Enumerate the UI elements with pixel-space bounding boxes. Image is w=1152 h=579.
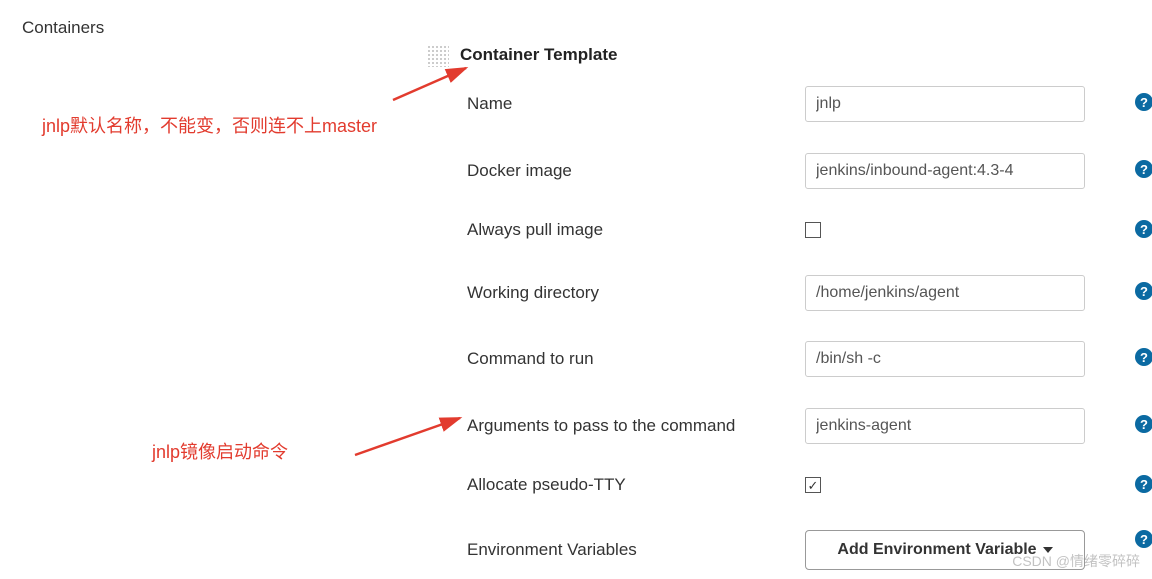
arguments-input[interactable] (805, 408, 1085, 444)
docker-image-label: Docker image (467, 161, 805, 181)
docker-image-input[interactable] (805, 153, 1085, 189)
annotation-name-note: jnlp默认名称，不能变，否则连不上master (42, 112, 377, 138)
help-icon[interactable]: ? (1135, 220, 1152, 238)
container-template-title: Container Template (460, 45, 617, 65)
arguments-label: Arguments to pass to the command (467, 416, 805, 436)
help-icon[interactable]: ? (1135, 475, 1152, 493)
section-title: Containers (22, 18, 104, 38)
command-label: Command to run (467, 349, 805, 369)
always-pull-label: Always pull image (467, 220, 805, 240)
env-vars-label: Environment Variables (467, 540, 805, 560)
help-icon[interactable]: ? (1135, 415, 1152, 433)
command-input[interactable] (805, 341, 1085, 377)
help-icon[interactable]: ? (1135, 530, 1152, 548)
allocate-tty-checkbox[interactable]: ✓ (805, 477, 821, 493)
help-icon[interactable]: ? (1135, 348, 1152, 366)
annotation-args-note: jnlp镜像启动命令 (152, 438, 288, 464)
annotation-arrow-icon (350, 410, 470, 460)
allocate-tty-label: Allocate pseudo-TTY (467, 475, 805, 495)
add-env-var-label: Add Environment Variable (837, 541, 1036, 559)
help-icon[interactable]: ? (1135, 93, 1152, 111)
working-dir-label: Working directory (467, 283, 805, 303)
help-icon[interactable]: ? (1135, 160, 1152, 178)
working-dir-input[interactable] (805, 275, 1085, 311)
always-pull-checkbox[interactable] (805, 222, 821, 238)
watermark: CSDN @情绪零碎碎 (1012, 551, 1140, 571)
annotation-arrow-icon (388, 60, 478, 105)
name-label: Name (467, 94, 805, 114)
name-input[interactable] (805, 86, 1085, 122)
help-icon[interactable]: ? (1135, 282, 1152, 300)
